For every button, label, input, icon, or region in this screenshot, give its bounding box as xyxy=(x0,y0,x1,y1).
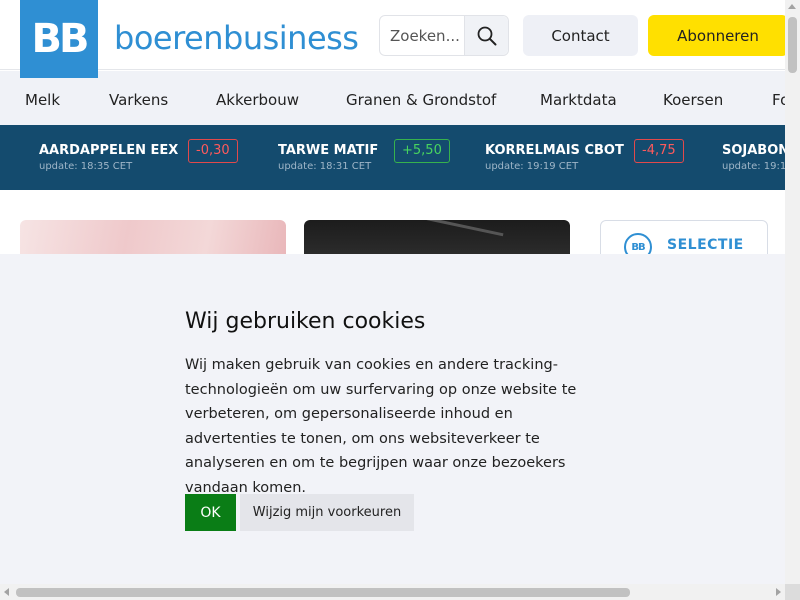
site-header: BB boerenbusiness Contact Abonneren xyxy=(0,0,788,78)
ticker-name: AARDAPPELEN EEX xyxy=(39,143,179,158)
scrollbar-thumb[interactable] xyxy=(16,588,630,597)
main-nav: Melk Varkens Akkerbouw Granen & Grondsto… xyxy=(0,71,785,125)
ticker-update: update: 19:19 xyxy=(722,161,785,172)
horizontal-scrollbar[interactable] xyxy=(0,584,785,600)
price-ticker: AARDAPPELEN EEX update: 18:35 CET -0,30 … xyxy=(0,125,785,190)
selectie-label: SELECTIE xyxy=(667,237,744,253)
search-icon xyxy=(477,26,496,45)
ticker-item[interactable]: SOJABONE update: 19:19 xyxy=(722,125,785,190)
ticker-change-badge: -0,30 xyxy=(188,139,238,163)
logo-mark[interactable]: BB xyxy=(20,0,98,78)
vertical-scrollbar[interactable] xyxy=(785,0,800,584)
cookie-banner: Wij gebruiken cookies Wij maken gebruik … xyxy=(0,254,785,584)
scroll-up-arrow-icon[interactable] xyxy=(788,4,796,9)
image-detail xyxy=(424,220,504,237)
ticker-item[interactable]: AARDAPPELEN EEX update: 18:35 CET -0,30 xyxy=(39,125,239,190)
nav-item-melk[interactable]: Melk xyxy=(25,71,60,125)
search-box xyxy=(379,15,509,56)
nav-item-granen-grondstof[interactable]: Granen & Grondstof xyxy=(346,71,496,125)
ticker-name: TARWE MATIF xyxy=(278,143,379,158)
cookie-ok-button[interactable]: OK xyxy=(185,494,236,531)
ticker-name: SOJABONE xyxy=(722,143,785,158)
subscribe-button[interactable]: Abonneren xyxy=(648,15,788,56)
ticker-change-badge: -4,75 xyxy=(634,139,684,163)
ticker-item[interactable]: KORRELMAIS CBOT update: 19:19 CET -4,75 xyxy=(485,125,685,190)
nav-item-akkerbouw[interactable]: Akkerbouw xyxy=(216,71,299,125)
ticker-item[interactable]: TARWE MATIF update: 18:31 CET +5,50 xyxy=(278,125,450,190)
nav-item-marktdata[interactable]: Marktdata xyxy=(540,71,617,125)
nav-item-fo[interactable]: Fo xyxy=(772,71,785,125)
ticker-update: update: 18:31 CET xyxy=(278,161,372,172)
scrollbar-thumb[interactable] xyxy=(788,17,797,73)
scrollbar-corner xyxy=(785,584,800,600)
ticker-name: KORRELMAIS CBOT xyxy=(485,143,624,158)
nav-item-koersen[interactable]: Koersen xyxy=(663,71,723,125)
cookie-preferences-button[interactable]: Wijzig mijn voorkeuren xyxy=(240,494,414,531)
scroll-right-arrow-icon[interactable] xyxy=(776,588,781,596)
cookie-text: Wij maken gebruik van cookies en andere … xyxy=(185,357,577,496)
contact-button[interactable]: Contact xyxy=(523,15,638,56)
cookie-title: Wij gebruiken cookies xyxy=(185,309,426,334)
search-button[interactable] xyxy=(464,16,508,55)
ticker-update: update: 18:35 CET xyxy=(39,161,133,172)
ticker-update: update: 19:19 CET xyxy=(485,161,579,172)
search-input[interactable] xyxy=(390,25,468,47)
ticker-change-badge: +5,50 xyxy=(394,139,450,163)
logo-text[interactable]: boerenbusiness xyxy=(114,22,359,54)
scroll-left-arrow-icon[interactable] xyxy=(4,588,9,596)
nav-item-varkens[interactable]: Varkens xyxy=(109,71,168,125)
